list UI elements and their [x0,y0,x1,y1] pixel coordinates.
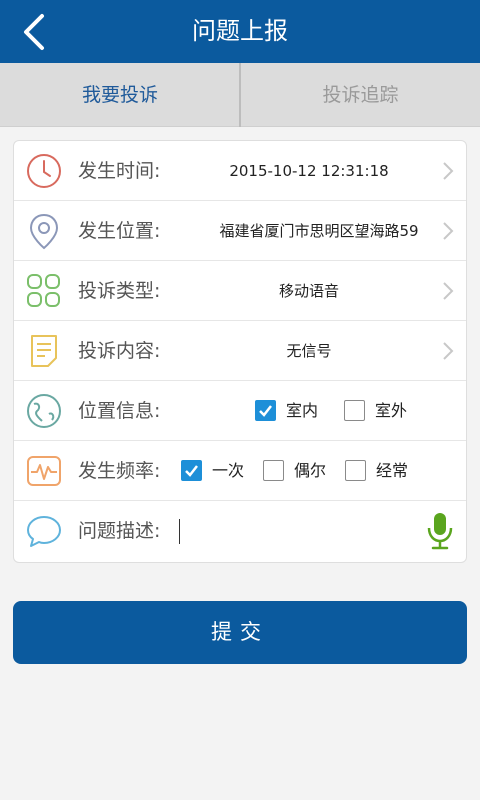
outdoor-label[interactable]: 室外 [375,381,407,441]
row-frequency: 发生频率: 一次 偶尔 经常 [14,441,466,501]
content-label: 投诉内容: [78,340,161,362]
frequency-label: 发生频率: [78,460,161,482]
tab-track[interactable]: 投诉追踪 [241,63,480,127]
notepad-icon [25,332,63,370]
time-value: 2015-10-12 12:31:18 [229,162,389,180]
row-type[interactable]: 投诉类型: 移动语音 [14,261,466,321]
type-value: 移动语音 [278,282,339,300]
pulse-icon [25,452,63,490]
content-value: 无信号 [286,342,332,360]
submit-button[interactable]: 提交 [13,601,467,664]
chat-bubble-icon [25,512,63,550]
row-description: 问题描述: [14,501,466,561]
row-position-info: 位置信息: 室内 室外 [14,381,466,441]
row-content[interactable]: 投诉内容: 无信号 [14,321,466,381]
tab-complain[interactable]: 我要投诉 [0,63,240,127]
row-time[interactable]: 发生时间: 2015-10-12 12:31:18 [14,141,466,201]
globe-icon [25,392,63,430]
map-pin-icon [25,212,63,250]
chevron-right-icon [442,342,454,360]
chevron-right-icon [442,282,454,300]
location-value: 福建省厦门市思明区望海路59 [219,222,419,240]
microphone-icon[interactable] [425,511,455,551]
indoor-label[interactable]: 室内 [286,381,318,441]
often-label[interactable]: 经常 [376,441,408,501]
often-checkbox[interactable] [345,460,366,481]
top-bar: 问题上报 [0,0,480,63]
complaint-form: 发生时间: 2015-10-12 12:31:18 发生位置: 福建省厦门市思明… [13,140,467,563]
chevron-right-icon [442,222,454,240]
outdoor-checkbox[interactable] [344,400,365,421]
grid-icon [25,272,63,310]
row-location[interactable]: 发生位置: 福建省厦门市思明区望海路59 [14,201,466,261]
page-title: 问题上报 [192,17,288,45]
time-label: 发生时间: [78,160,161,182]
description-label: 问题描述: [78,520,161,542]
location-label: 发生位置: [78,220,161,242]
type-label: 投诉类型: [78,280,161,302]
description-input[interactable] [179,520,409,544]
clock-icon [25,152,63,190]
tab-bar: 我要投诉 投诉追踪 [0,63,480,127]
once-checkbox[interactable] [181,460,202,481]
occasional-label[interactable]: 偶尔 [294,441,326,501]
chevron-right-icon [442,162,454,180]
position-info-label: 位置信息: [78,400,161,422]
occasional-checkbox[interactable] [263,460,284,481]
indoor-checkbox[interactable] [255,400,276,421]
once-label[interactable]: 一次 [212,441,244,501]
